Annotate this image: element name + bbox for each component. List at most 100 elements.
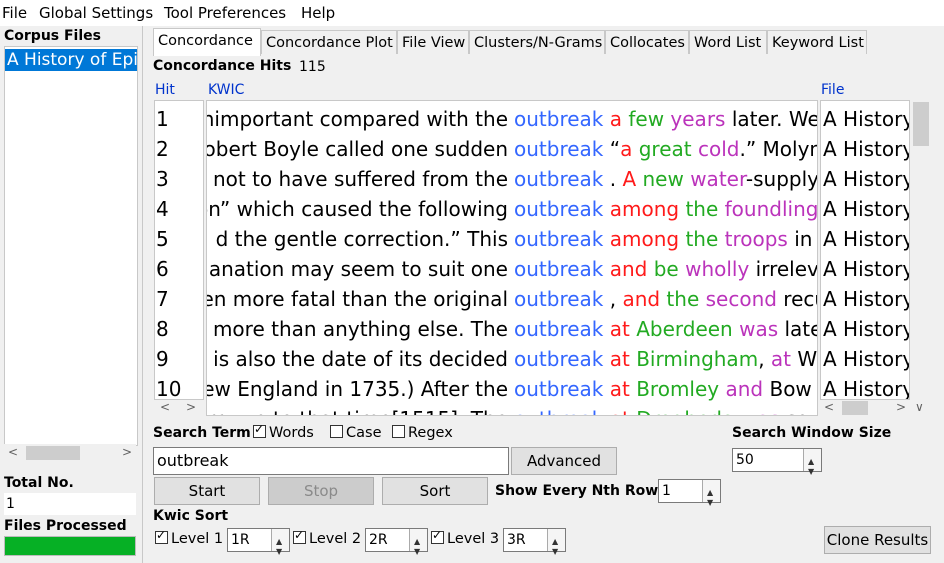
hit-cell[interactable]: 1 <box>156 104 169 134</box>
corpus-list-hscrollbar[interactable]: < > <box>4 444 136 462</box>
kwic-keyword[interactable]: outbreak <box>514 347 610 371</box>
kwic-keyword[interactable]: outbreak <box>514 137 610 161</box>
tab-word-list[interactable]: Word List <box>689 30 767 54</box>
level2-checkbox[interactable]: Level 2 <box>293 528 361 547</box>
kwic-left-context[interactable]: s more than anything else. The <box>207 314 508 344</box>
case-checkbox[interactable]: Case <box>330 425 382 441</box>
menu-help[interactable]: Help <box>301 4 335 22</box>
file-cell[interactable]: A History <box>823 104 909 134</box>
hit-pane[interactable]: 1234567891011 <box>154 100 204 400</box>
menu-file[interactable]: File <box>2 4 27 22</box>
start-button[interactable]: Start <box>154 477 260 505</box>
stepper-arrows[interactable]: ▲ ▼ <box>409 529 427 556</box>
file-cell[interactable]: A History <box>823 224 909 254</box>
hit-cell[interactable]: 4 <box>156 194 169 224</box>
kwic-right-context[interactable]: outbreak among the troops in I <box>514 224 817 254</box>
kwic-keyword[interactable]: outbreak <box>514 287 610 311</box>
stepper-down-icon[interactable]: ▼ <box>808 461 814 483</box>
level2-checkbox-box[interactable] <box>293 528 306 544</box>
kwic-left-context[interactable]: Robert Boyle called one sudden <box>207 134 508 164</box>
scroll-down-icon[interactable]: ∨ <box>915 400 924 414</box>
kwic-keyword[interactable]: outbreak <box>514 317 610 341</box>
stepper-down-icon[interactable]: ▼ <box>414 541 420 563</box>
menu-global-settings[interactable]: Global Settings <box>39 4 153 22</box>
tab-clusters-ngrams[interactable]: Clusters/N-Grams <box>469 30 605 54</box>
kwic-right-context[interactable]: outbreak “a great cold.” Molyne <box>514 134 817 164</box>
scroll-left-icon[interactable]: < <box>160 400 170 414</box>
corpus-file-item[interactable]: A History of Epi <box>5 49 137 71</box>
kwic-right-context[interactable]: outbreak among the foundlings <box>514 194 817 224</box>
hit-cell[interactable]: 2 <box>156 134 169 164</box>
kwic-right-context[interactable]: outbreak at Drogheda was so c <box>514 404 817 415</box>
regex-checkbox-box[interactable] <box>392 425 405 438</box>
hit-cell[interactable]: 3 <box>156 164 169 194</box>
scroll-right-icon[interactable]: > <box>186 400 196 414</box>
scroll-thumb[interactable] <box>913 102 929 146</box>
file-cell[interactable]: A History <box>823 194 909 224</box>
corpus-file-list[interactable]: A History of Epi <box>4 46 138 446</box>
file-cell[interactable]: A History <box>823 254 909 284</box>
search-window-size-stepper[interactable]: 50 ▲ ▼ <box>732 448 822 476</box>
hit-cell[interactable]: 10 <box>156 374 181 399</box>
file-column-header[interactable]: File <box>821 82 844 98</box>
stepper-arrows[interactable]: ▲ ▼ <box>702 480 720 507</box>
kwic-right-context[interactable]: outbreak at Birmingham, at Wo <box>514 344 817 374</box>
hit-cell[interactable]: 8 <box>156 314 169 344</box>
advanced-button[interactable]: Advanced <box>511 447 617 475</box>
level3-checkbox-box[interactable] <box>431 528 444 544</box>
kwic-keyword[interactable]: outbreak <box>514 377 610 401</box>
sort-button[interactable]: Sort <box>382 477 488 505</box>
level1-checkbox-box[interactable] <box>155 528 168 544</box>
kwic-keyword[interactable]: outbreak <box>514 197 610 221</box>
kwic-left-context[interactable]: er is also the date of its decided <box>207 344 508 374</box>
clone-results-button[interactable]: Clone Results <box>824 526 931 554</box>
tab-concordance[interactable]: Concordance <box>153 28 261 56</box>
tab-file-view[interactable]: File View <box>397 30 469 54</box>
kwic-right-context[interactable]: outbreak a few years later. We h <box>514 104 817 134</box>
kwic-keyword[interactable]: outbreak <box>514 227 610 251</box>
kwic-right-context[interactable]: outbreak and be wholly irreleva <box>514 254 817 284</box>
scroll-right-icon[interactable]: > <box>896 400 906 414</box>
hit-cell[interactable]: 7 <box>156 284 169 314</box>
kwic-left-context[interactable]: unimportant compared with the <box>207 104 508 134</box>
vertical-scrollbar[interactable]: ∨ <box>910 100 932 416</box>
search-input[interactable]: outbreak <box>153 447 509 475</box>
kwic-right-context[interactable]: outbreak at Aberdeen was later <box>514 314 817 344</box>
file-cell[interactable]: A History <box>823 134 909 164</box>
kwic-keyword[interactable]: outbreak <box>514 257 610 281</box>
stepper-arrows[interactable]: ▲ ▼ <box>271 529 289 556</box>
file-cell[interactable]: A History <box>823 284 909 314</box>
level3-stepper[interactable]: 3R ▲ ▼ <box>503 528 566 556</box>
stepper-down-icon[interactable]: ▼ <box>707 492 713 514</box>
stepper-down-icon[interactable]: ▼ <box>276 541 282 563</box>
menu-tool-preferences[interactable]: Tool Preferences <box>164 4 286 22</box>
level3-checkbox[interactable]: Level 3 <box>431 528 499 547</box>
scroll-left-icon[interactable]: < <box>824 400 834 414</box>
kwic-left-context[interactable]: d the gentle correction.” This <box>216 224 508 254</box>
hit-cell[interactable]: 6 <box>156 254 169 284</box>
kwic-left-context[interactable]: lew England in 1735.) After the <box>207 374 508 404</box>
tab-concordance-plot[interactable]: Concordance Plot <box>261 30 397 54</box>
kwic-right-context[interactable]: outbreak at Bromley and Bow ir <box>514 374 817 404</box>
kwic-left-context[interactable]: een more fatal than the original <box>207 284 508 314</box>
kwic-left-context[interactable]: planation may seem to suit one <box>207 254 508 284</box>
words-checkbox[interactable]: Words <box>253 422 314 441</box>
words-checkbox-box[interactable] <box>253 422 266 438</box>
file-cell[interactable]: A History <box>823 314 909 344</box>
file-pane-hscrollbar[interactable]: < > <box>820 400 910 416</box>
scroll-left-icon[interactable]: < <box>8 445 18 459</box>
kwic-keyword[interactable]: outbreak <box>514 167 610 191</box>
scroll-thumb[interactable] <box>26 446 80 460</box>
kwic-right-context[interactable]: outbreak , and the second recurr <box>514 284 817 314</box>
kwic-left-context[interactable]: erry up to that time[1515]. The <box>207 404 508 415</box>
file-cell[interactable]: A History <box>823 344 909 374</box>
regex-checkbox[interactable]: Regex <box>392 425 453 441</box>
nth-row-stepper[interactable]: 1 ▲ ▼ <box>658 479 721 507</box>
level2-stepper[interactable]: 2R ▲ ▼ <box>365 528 428 556</box>
hit-pane-hscrollbar[interactable]: < > <box>154 400 204 416</box>
kwic-keyword[interactable]: outbreak <box>514 407 610 415</box>
kwic-right-context[interactable]: outbreak . A new water-supply <box>514 164 817 194</box>
file-pane[interactable]: A History A History A History A History A Hi… <box>820 100 910 400</box>
tab-keyword-list[interactable]: Keyword List <box>767 30 867 54</box>
level1-checkbox[interactable]: Level 1 <box>155 528 223 547</box>
